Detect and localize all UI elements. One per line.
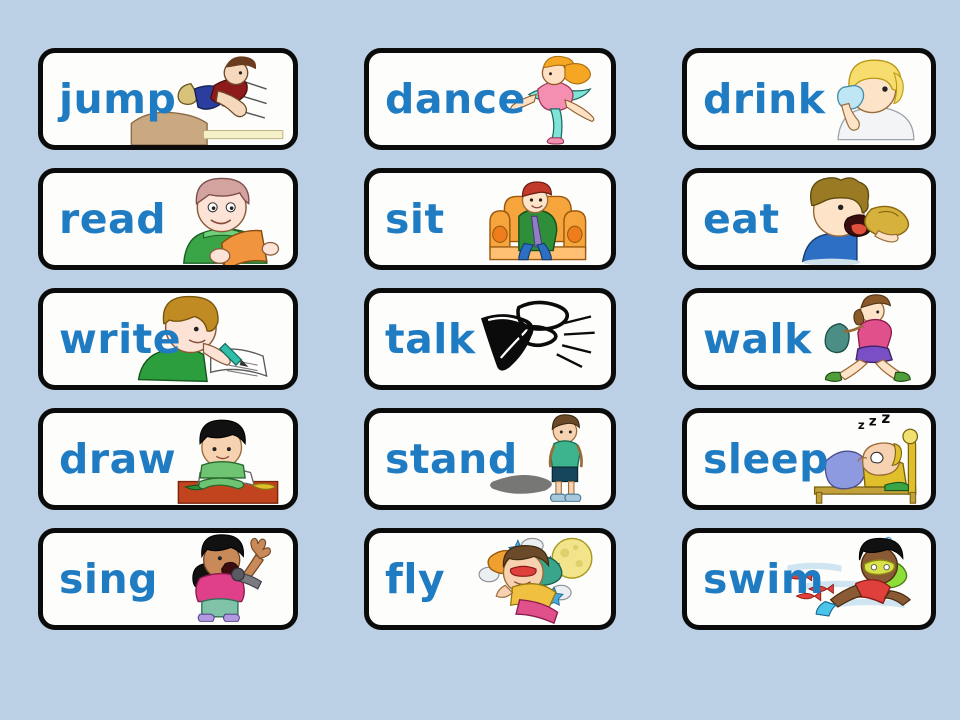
flashcard-eat[interactable]: eat: [682, 168, 936, 270]
flashcard-drink[interactable]: drink: [682, 48, 936, 150]
flashcard-word: sit: [385, 194, 445, 243]
flashcard-word: drink: [703, 74, 826, 123]
flashcard-word: jump: [59, 74, 177, 123]
svg-text:z: z: [858, 418, 865, 432]
flashcard-word: write: [59, 314, 182, 363]
flashcard-write[interactable]: write: [38, 288, 298, 390]
flashcard-word: eat: [703, 194, 780, 243]
flashcard-draw[interactable]: draw: [38, 408, 298, 510]
flashcard-stand[interactable]: stand: [364, 408, 616, 510]
flashcard-word: swim: [703, 554, 825, 603]
flashcard-word: fly: [385, 554, 446, 603]
flashcard-word: dance: [385, 74, 526, 123]
flashcard-sing[interactable]: sing: [38, 528, 298, 630]
svg-text:z: z: [881, 413, 890, 427]
flashcard-swim[interactable]: swim: [682, 528, 936, 630]
flashcard-jump[interactable]: jump: [38, 48, 298, 150]
flashcard-word: sleep: [703, 434, 829, 483]
girl-flying-in-space-icon: [441, 533, 611, 625]
talking-mouth-icon: [461, 293, 611, 385]
svg-text:z: z: [869, 414, 877, 430]
boy-eating-bread-icon: [781, 173, 931, 265]
boy-reading-orange-book-icon: [163, 173, 293, 265]
girl-singing-into-microphone-icon: [163, 533, 293, 625]
flashcard-word: talk: [385, 314, 476, 363]
flashcard-board: jump dance drink read sit eat write talk…: [0, 0, 960, 720]
flashcard-fly[interactable]: fly: [364, 528, 616, 630]
man-sitting-in-orange-armchair-icon: [461, 173, 611, 265]
flashcard-word: read: [59, 194, 167, 243]
flashcard-walk[interactable]: walk: [682, 288, 936, 390]
flashcard-sit[interactable]: sit: [364, 168, 616, 270]
flashcard-read[interactable]: read: [38, 168, 298, 270]
flashcard-word: draw: [59, 434, 177, 483]
girl-walking-with-backpack-icon: [801, 293, 931, 385]
flashcard-word: walk: [703, 314, 812, 363]
flashcard-sleep[interactable]: sleep z z z: [682, 408, 936, 510]
flashcard-talk[interactable]: talk: [364, 288, 616, 390]
boy-drawing-with-crayons-icon: [163, 413, 293, 505]
flashcard-dance[interactable]: dance: [364, 48, 616, 150]
flashcard-word: stand: [385, 434, 518, 483]
flashcard-word: sing: [59, 554, 158, 603]
